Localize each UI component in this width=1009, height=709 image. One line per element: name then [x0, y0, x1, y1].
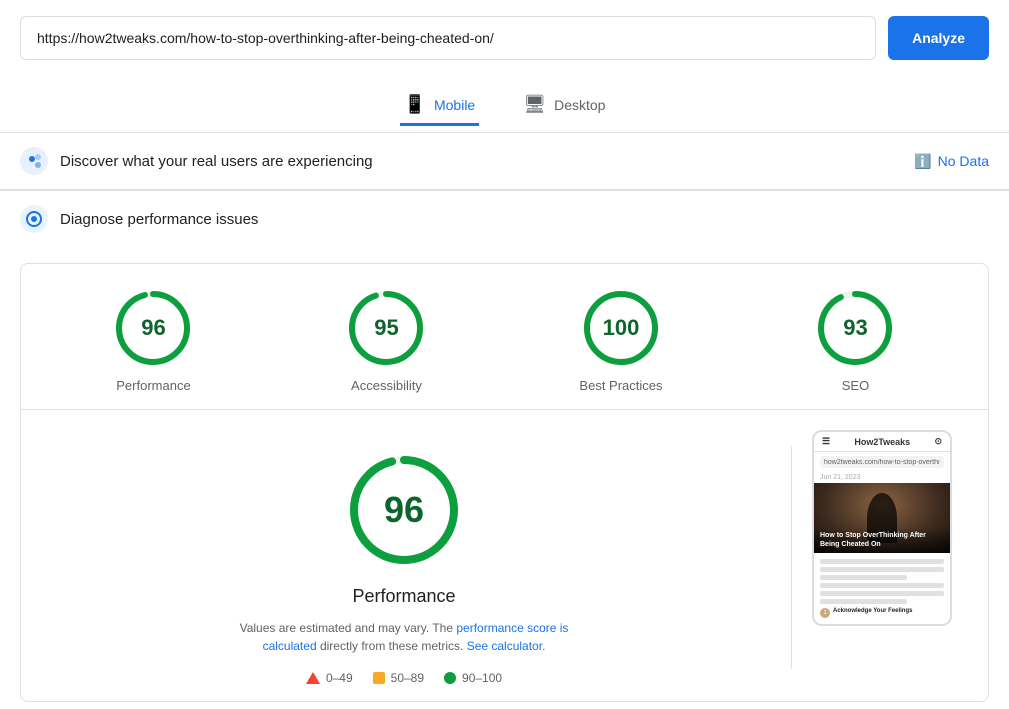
- phone-date: Jun 21, 2023: [820, 474, 860, 481]
- diag-section-bar: Diagnose performance issues: [0, 191, 1009, 247]
- scores-row: 96 Performance 95 Accessibility: [37, 288, 972, 409]
- legend-pass: 90–100: [444, 671, 502, 685]
- big-score-circle: 96: [344, 450, 464, 570]
- perf-desc-text2: directly from these metrics.: [320, 639, 463, 653]
- legend-pass-icon: [444, 672, 456, 684]
- score-label-accessibility: Accessibility: [351, 378, 422, 393]
- tab-desktop-label: Desktop: [554, 97, 605, 113]
- legend-warn: 50–89: [373, 671, 424, 685]
- crux-title: Discover what your real users are experi…: [60, 153, 373, 170]
- perf-detail-desc: Values are estimated and may vary. The p…: [224, 619, 584, 655]
- analyze-button[interactable]: Analyze: [888, 16, 989, 60]
- legend-fail-icon: [306, 672, 320, 684]
- phone-article-image: How to Stop OverThinking After Being Che…: [814, 483, 950, 553]
- no-data-label[interactable]: No Data: [938, 153, 989, 169]
- phone-text-5: [820, 591, 944, 596]
- phone-item-label-1: Acknowledge Your Feelings: [833, 608, 912, 614]
- legend-warn-icon: [373, 672, 385, 684]
- crux-icon: [20, 147, 48, 175]
- tab-mobile-label: Mobile: [434, 97, 475, 113]
- top-bar: Analyze: [0, 0, 1009, 76]
- phone-frame: ☰ How2Tweaks ⊙ how2tweaks.com/how-to-sto…: [812, 430, 952, 626]
- legend-row: 0–49 50–89 90–100: [306, 671, 502, 685]
- score-label-performance: Performance: [116, 378, 190, 393]
- phone-meta: Jun 21, 2023: [814, 472, 950, 483]
- diag-section-left: Diagnose performance issues: [20, 205, 258, 233]
- phone-text-3: [820, 575, 907, 580]
- score-circle-seo: 93: [815, 288, 895, 368]
- score-circle-performance: 96: [113, 288, 193, 368]
- perf-detail-left: 96 Performance Values are estimated and …: [37, 430, 771, 685]
- phone-hamburger-icon: ☰: [822, 436, 830, 447]
- phone-text-2: [820, 567, 944, 572]
- detail-section: 96 Performance Values are estimated and …: [37, 410, 972, 685]
- desktop-icon: 🖥: [523, 94, 546, 115]
- phone-article-title: How to Stop OverThinking After Being Che…: [820, 532, 944, 549]
- score-label-seo: SEO: [842, 378, 869, 393]
- phone-menu-icon: ⊙: [934, 436, 942, 447]
- score-value-seo: 93: [843, 315, 867, 341]
- score-item-accessibility: 95 Accessibility: [346, 288, 426, 393]
- crux-section-bar: Discover what your real users are experi…: [0, 133, 1009, 190]
- phone-num-1: 1: [820, 608, 830, 618]
- score-label-best-practices: Best Practices: [579, 378, 662, 393]
- phone-text-1: [820, 559, 944, 564]
- phone-text-4: [820, 583, 944, 588]
- perf-desc-text1: Values are estimated and may vary. The: [240, 621, 453, 635]
- score-item-seo: 93 SEO: [815, 288, 895, 393]
- phone-img-overlay: How to Stop OverThinking After Being Che…: [814, 528, 950, 553]
- legend-pass-label: 90–100: [462, 671, 502, 685]
- tab-mobile[interactable]: 📱 Mobile: [400, 86, 480, 126]
- phone-site-title: How2Tweaks: [854, 437, 910, 447]
- legend-fail-label: 0–49: [326, 671, 353, 685]
- phone-url-bar: how2tweaks.com/how-to-stop-overthinking: [820, 456, 944, 468]
- big-score-number: 96: [384, 489, 424, 531]
- legend-fail: 0–49: [306, 671, 353, 685]
- tabs-row: 📱 Mobile 🖥 Desktop: [0, 76, 1009, 133]
- phone-url-text: how2tweaks.com/how-to-stop-overthinking: [824, 459, 940, 466]
- vertical-divider: [791, 446, 792, 669]
- score-item-best-practices: 100 Best Practices: [579, 288, 662, 393]
- score-circle-best-practices: 100: [581, 288, 661, 368]
- diag-title: Diagnose performance issues: [60, 211, 258, 228]
- score-circle-accessibility: 95: [346, 288, 426, 368]
- diag-icon: [20, 205, 48, 233]
- phone-article-content: 1 Acknowledge Your Feelings: [814, 553, 950, 624]
- perf-link-calculator[interactable]: See calculator.: [467, 639, 546, 653]
- score-value-best-practices: 100: [603, 315, 640, 341]
- url-input[interactable]: [20, 16, 876, 60]
- crux-section-left: Discover what your real users are experi…: [20, 147, 373, 175]
- no-data-link[interactable]: ℹ️ No Data: [914, 153, 989, 170]
- phone-numbered-item-1: 1 Acknowledge Your Feelings: [820, 608, 944, 618]
- phone-header-bar: ☰ How2Tweaks ⊙: [814, 432, 950, 452]
- score-value-performance: 96: [141, 315, 165, 341]
- scores-card: 96 Performance 95 Accessibility: [20, 263, 989, 702]
- mobile-icon: 📱: [404, 94, 426, 115]
- score-item-performance: 96 Performance: [113, 288, 193, 393]
- phone-preview: ☰ How2Tweaks ⊙ how2tweaks.com/how-to-sto…: [812, 430, 952, 685]
- tab-desktop[interactable]: 🖥 Desktop: [519, 86, 609, 126]
- score-value-accessibility: 95: [374, 315, 398, 341]
- phone-text-6: [820, 599, 907, 604]
- legend-warn-label: 50–89: [391, 671, 424, 685]
- perf-detail-title: Performance: [352, 586, 455, 607]
- info-icon: ℹ️: [914, 153, 931, 170]
